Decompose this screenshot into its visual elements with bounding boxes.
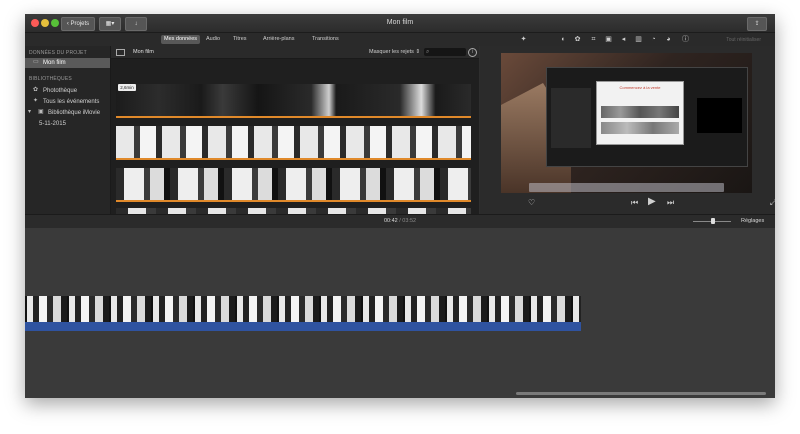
timeline-clip[interactable] <box>25 296 581 333</box>
star-icon: ✦ <box>33 98 39 105</box>
current-time: 00:42 <box>383 218 398 224</box>
time-separator: / <box>399 218 401 224</box>
timeline-video-track <box>25 296 581 322</box>
browser-title: Mon film <box>133 49 154 55</box>
library-icon: ▣ <box>38 109 44 116</box>
reset-all-button[interactable]: Tout réinitialiser <box>726 35 761 46</box>
hide-rejected-dropdown[interactable]: Masquer les rejets ⇕ <box>369 46 420 58</box>
libraries-header: BIBLIOTHÈQUES <box>29 76 72 82</box>
search-input[interactable]: ⌕ <box>424 48 466 56</box>
sidebar-toggle-icon[interactable] <box>116 49 125 56</box>
sidebar-item-label: Mon film <box>43 60 66 66</box>
timeline-audio-track <box>25 322 581 331</box>
adjustment-tools: ✦ ◐ ✿ ⌗ ▣ ◂ ▥ ◔ ◕ ⓘ Tout réinitialiser <box>515 34 775 45</box>
sidebar-item-label: Tous les événements <box>43 99 100 105</box>
browser-header: Mon film Masquer les rejets ⇕ ⌕ i <box>111 46 479 59</box>
browser-toolbar: Mes données Audio Titres Arrière-plans T… <box>25 33 775 46</box>
timecode-display: 00:42 / 03:52 <box>25 215 775 228</box>
info-icon[interactable]: ⓘ <box>681 35 690 44</box>
clip-selection-bar <box>116 158 471 160</box>
disclosure-triangle-icon[interactable]: ▾ <box>28 109 35 115</box>
share-icon: ⇪ <box>754 21 760 27</box>
horizontal-scrollbar[interactable] <box>516 392 766 395</box>
sidebar-item-label: Bibliothèque iMovie <box>48 110 101 116</box>
clip-strip-1[interactable] <box>116 84 471 118</box>
preview-sidebar <box>551 88 591 148</box>
fullscreen-icon[interactable]: ⤢ <box>770 199 775 207</box>
preview-canvas <box>697 98 742 133</box>
library-sidebar: DONNÉES DU PROJET ▭ Mon film BIBLIOTHÈQUE… <box>25 46 111 214</box>
sidebar-item-bibliotheque-imovie[interactable]: ▾ ▣ Bibliothèque iMovie <box>25 108 110 118</box>
sidebar-item-label: Photothèque <box>43 88 78 94</box>
tab-transitions[interactable]: Transitions <box>309 35 342 44</box>
sidebar-item-mon-film[interactable]: ▭ Mon film <box>25 58 110 68</box>
clip-frames <box>116 126 471 158</box>
sidebar-item-label: 5-11-2015 <box>39 121 66 127</box>
photos-icon: ✿ <box>33 87 39 94</box>
clip-frames <box>116 84 471 116</box>
hide-rejected-label: Masquer les rejets <box>369 49 414 55</box>
equalizer-icon[interactable]: ▥ <box>634 35 643 44</box>
preview-dialog: Commencez à la vente <box>596 81 684 145</box>
info-icon[interactable]: i <box>468 48 477 57</box>
clip-strip-2[interactable] <box>116 126 471 160</box>
magic-wand-icon[interactable]: ✦ <box>519 35 528 44</box>
clip-selection-bar <box>116 116 471 118</box>
sidebar-item-phototheque[interactable]: ✿ Photothèque <box>25 86 110 96</box>
tab-arriere-plans[interactable]: Arrière-plans <box>260 35 297 44</box>
stabilization-icon[interactable]: ▣ <box>604 35 613 44</box>
timeline-header: 00:42 / 03:52 Réglages <box>25 214 775 228</box>
color-correction-icon[interactable]: ✿ <box>573 35 582 44</box>
preview-dialog-thumbnails <box>601 106 679 118</box>
color-balance-icon[interactable]: ◐ <box>559 35 568 44</box>
imovie-window: ‹ Projets ▦▾ ↓ Mon film ⇪ Mes données Au… <box>25 14 775 398</box>
next-icon[interactable]: ⏭ <box>667 199 674 207</box>
heart-icon[interactable]: ♡ <box>528 199 535 207</box>
tab-audio[interactable]: Audio <box>203 35 223 44</box>
settings-button[interactable]: Réglages <box>741 215 764 228</box>
noise-reduction-icon[interactable]: ◕ <box>664 35 673 44</box>
clip-duration-badge: 2,6min <box>118 84 136 91</box>
tab-mes-donnees[interactable]: Mes données <box>161 35 201 44</box>
zoom-slider-knob[interactable] <box>711 218 715 224</box>
play-icon[interactable]: ▶ <box>648 197 656 207</box>
preview-dock <box>529 183 724 192</box>
preview-dialog-title: Commencez à la vente <box>619 85 661 90</box>
preview-viewer: Commencez à la vente ♡ ⏮ ▶ ⏭ ⤢ <box>480 46 775 214</box>
sidebar-item-tous-les-evenements[interactable]: ✦ Tous les événements <box>25 97 110 107</box>
crop-icon[interactable]: ⌗ <box>589 35 598 44</box>
media-browser: Mon film Masquer les rejets ⇕ ⌕ i 2,6min <box>111 46 479 214</box>
project-timeline[interactable] <box>25 228 775 398</box>
film-icon: ▭ <box>33 59 39 66</box>
total-time: 03:52 <box>402 218 417 224</box>
previous-icon[interactable]: ⏮ <box>631 199 638 207</box>
project-data-header: DONNÉES DU PROJET <box>29 50 87 56</box>
clip-strip-3[interactable] <box>116 168 471 202</box>
window-title: Mon film <box>386 19 414 26</box>
clip-selection-bar <box>116 200 471 202</box>
volume-icon[interactable]: ◂ <box>619 35 628 44</box>
preview-screen[interactable]: Commencez à la vente <box>501 53 752 193</box>
tab-titres[interactable]: Titres <box>230 35 250 44</box>
share-button[interactable]: ⇪ <box>747 17 767 31</box>
clip-frames <box>116 168 471 200</box>
search-icon: ⌕ <box>426 49 430 55</box>
sidebar-item-event-5-11-2015[interactable]: 5-11-2015 <box>25 119 110 129</box>
preview-dialog-thumbnails <box>601 122 679 134</box>
title-bar: ‹ Projets ▦▾ ↓ Mon film ⇪ <box>25 14 775 33</box>
speed-icon[interactable]: ◔ <box>649 35 658 44</box>
